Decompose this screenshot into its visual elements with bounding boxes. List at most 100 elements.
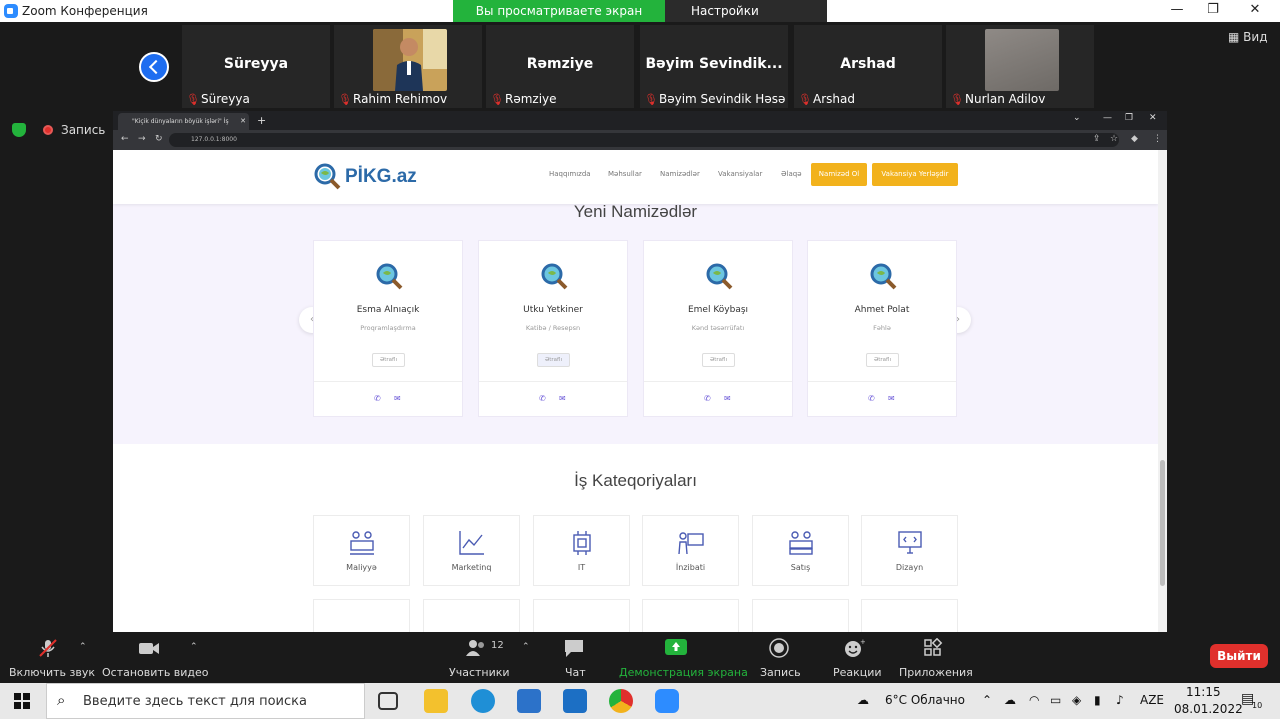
category-card[interactable] xyxy=(752,599,849,632)
security-icon[interactable]: ◈ xyxy=(1072,693,1081,707)
chrome-icon[interactable] xyxy=(609,689,633,713)
close-icon[interactable]: ✕ xyxy=(1149,113,1157,123)
share-screen-button[interactable]: Демонстрация экрана xyxy=(619,666,748,679)
weather-text[interactable]: 6°C Облачно xyxy=(885,693,965,707)
site-logo-text[interactable]: PİKG.az xyxy=(345,166,417,188)
volume-icon[interactable]: ♪ xyxy=(1116,693,1124,707)
view-button[interactable]: ▦ Вид xyxy=(1228,30,1268,44)
become-candidate-button[interactable]: Namizəd Ol xyxy=(811,163,867,186)
phone-icon[interactable]: ✆ xyxy=(704,394,711,403)
phone-icon[interactable]: ✆ xyxy=(539,394,546,403)
record-button[interactable]: Запись xyxy=(760,666,801,679)
participants-button[interactable]: Участники xyxy=(449,666,510,679)
extension-icon[interactable]: ◆ xyxy=(1131,134,1138,144)
language-indicator[interactable]: AZE xyxy=(1140,693,1164,707)
share-screen-icon[interactable] xyxy=(665,638,687,658)
category-card[interactable] xyxy=(313,599,410,632)
store-icon[interactable] xyxy=(517,689,541,713)
menu-icon[interactable]: ⋮ xyxy=(1153,134,1162,144)
clock-time[interactable]: 11:15 xyxy=(1186,685,1221,699)
close-tab-icon[interactable]: ✕ xyxy=(240,117,246,125)
mail-icon[interactable]: ✉ xyxy=(888,394,895,403)
file-explorer-icon[interactable] xyxy=(424,689,448,713)
details-button[interactable]: Ətraflı xyxy=(372,353,405,367)
post-vacancy-button[interactable]: Vakansiya Yerləşdir xyxy=(872,163,958,186)
participant-tile[interactable]: Süreyya 🎙Süreyya xyxy=(182,25,330,108)
menu-item-candidates[interactable]: Namizədlər xyxy=(660,170,700,178)
page-scrollbar[interactable] xyxy=(1158,150,1167,632)
browser-tab[interactable]: "Kiçik dünyaların böyük işləri" İş ✕ xyxy=(118,113,249,130)
mail-icon[interactable]: ✉ xyxy=(394,394,401,403)
menu-item-products[interactable]: Məhsullar xyxy=(608,170,642,178)
category-card-it[interactable]: IT xyxy=(533,515,630,586)
category-card[interactable] xyxy=(861,599,958,632)
participant-tile[interactable]: 🎙Nurlan Adilov xyxy=(946,25,1094,108)
mail-icon[interactable] xyxy=(563,689,587,713)
chat-button[interactable]: Чат xyxy=(565,666,586,679)
menu-item-about[interactable]: Haqqımızda xyxy=(549,170,591,178)
category-card[interactable] xyxy=(533,599,630,632)
previous-page-button[interactable] xyxy=(139,52,169,82)
category-card[interactable] xyxy=(423,599,520,632)
participant-tile[interactable]: Arshad 🎙Arshad xyxy=(794,25,942,108)
phone-icon[interactable]: ✆ xyxy=(868,394,875,403)
mail-icon[interactable]: ✉ xyxy=(724,394,731,403)
category-card-admin[interactable]: İnzibati xyxy=(642,515,739,586)
reactions-button[interactable]: Реакции xyxy=(833,666,882,679)
stop-video-button[interactable]: Остановить видео xyxy=(102,666,209,679)
category-card-sales[interactable]: Satış xyxy=(752,515,849,586)
restore-icon[interactable]: ❐ xyxy=(1125,113,1133,123)
edge-icon[interactable] xyxy=(471,689,495,713)
menu-item-contact[interactable]: Əlaqə xyxy=(781,170,802,178)
participant-tile[interactable]: Rəmziye 🎙Rəmziye xyxy=(486,25,634,108)
details-button[interactable]: Ətraflı xyxy=(537,353,570,367)
url-input[interactable]: 127.0.0.1:8000 xyxy=(169,133,1119,147)
forward-icon[interactable]: → xyxy=(138,134,146,144)
view-settings-button[interactable]: Настройки просмотра ⌄ xyxy=(665,0,827,40)
device-icon[interactable]: ▭ xyxy=(1050,693,1061,707)
minimize-icon[interactable]: — xyxy=(1168,2,1186,17)
reload-icon[interactable]: ↻ xyxy=(155,134,163,144)
participant-tile[interactable]: 🎙Rahim Rehimov xyxy=(334,25,482,108)
chevron-up-icon[interactable]: ⌃ xyxy=(522,642,530,652)
participants-icon[interactable] xyxy=(465,638,487,658)
category-card-marketing[interactable]: Marketinq xyxy=(423,515,520,586)
menu-item-vacancies[interactable]: Vakansiyalar xyxy=(718,170,762,178)
video-camera-icon[interactable] xyxy=(138,638,160,658)
category-card-finance[interactable]: Maliyyə xyxy=(313,515,410,586)
muted-mic-icon[interactable] xyxy=(37,638,59,658)
chat-icon[interactable] xyxy=(563,638,585,658)
minimize-icon[interactable]: — xyxy=(1103,113,1112,123)
onedrive-icon[interactable]: ☁ xyxy=(1004,693,1016,707)
participant-tile[interactable]: Bəyim Sevindik... 🎙Bəyim Sevindik Həsən.… xyxy=(640,25,788,108)
reactions-icon[interactable]: + xyxy=(843,638,865,658)
apps-button[interactable]: Приложения xyxy=(899,666,973,679)
battery-icon[interactable]: ▮ xyxy=(1094,693,1101,707)
category-card-design[interactable]: Dizayn xyxy=(861,515,958,586)
details-button[interactable]: Ətraflı xyxy=(866,353,899,367)
phone-icon[interactable]: ✆ xyxy=(374,394,381,403)
apps-icon[interactable] xyxy=(922,638,944,658)
scrollbar-thumb[interactable] xyxy=(1160,460,1165,586)
chevron-up-icon[interactable]: ⌃ xyxy=(982,693,992,707)
shield-icon[interactable] xyxy=(12,123,26,137)
category-card[interactable] xyxy=(642,599,739,632)
maximize-icon[interactable]: ❐ xyxy=(1204,2,1222,17)
close-icon[interactable]: ✕ xyxy=(1246,2,1264,17)
clock-date[interactable]: 08.01.2022 xyxy=(1174,702,1243,716)
taskbar-search-input[interactable]: ⌕ Введите здесь текст для поиска xyxy=(46,683,365,719)
new-tab-icon[interactable]: + xyxy=(257,114,266,127)
chevron-up-icon[interactable]: ⌃ xyxy=(79,642,87,652)
back-icon[interactable]: ← xyxy=(121,134,129,144)
leave-button[interactable]: Выйти xyxy=(1210,644,1268,668)
chevron-down-icon[interactable]: ⌄ xyxy=(1073,113,1081,123)
zoom-app-icon[interactable] xyxy=(655,689,679,713)
share-icon[interactable]: ⇪ xyxy=(1093,134,1101,144)
details-button[interactable]: Ətraflı xyxy=(702,353,735,367)
windows-start-icon[interactable] xyxy=(14,693,30,709)
task-view-icon[interactable] xyxy=(378,692,398,710)
unmute-button[interactable]: Включить звук xyxy=(9,666,95,679)
mail-icon[interactable]: ✉ xyxy=(559,394,566,403)
chevron-up-icon[interactable]: ⌃ xyxy=(190,642,198,652)
star-icon[interactable]: ☆ xyxy=(1110,134,1118,144)
